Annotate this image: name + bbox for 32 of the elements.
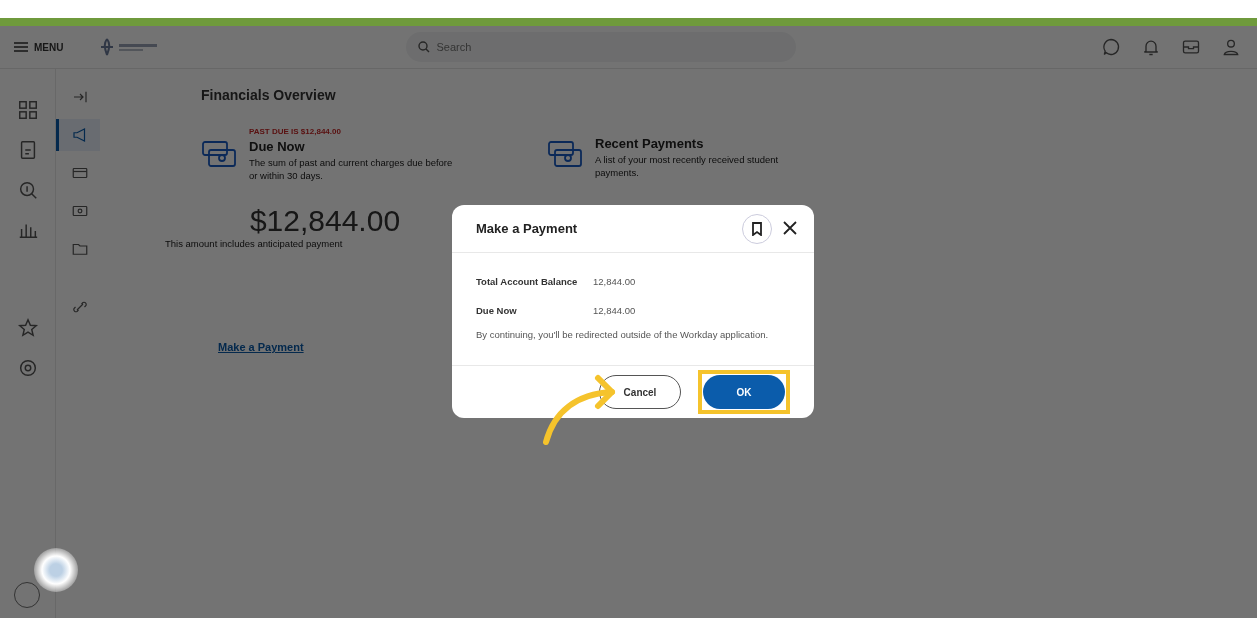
grid-icon[interactable] [16, 99, 39, 121]
page-title: Financials Overview [201, 87, 337, 103]
field-value: 12,844.00 [593, 305, 636, 316]
close-icon[interactable] [782, 220, 798, 237]
logo-icon[interactable] [99, 37, 160, 57]
cash-stack-icon [201, 139, 237, 169]
cancel-button[interactable]: Cancel [599, 375, 681, 409]
dialog-title: Make a Payment [476, 221, 579, 236]
card-title[interactable]: Due Now [249, 139, 459, 154]
card-description: The sum of past and current charges due before or within 30 days. [249, 156, 454, 182]
field-label: Due Now [476, 305, 518, 316]
menu-button[interactable]: MENU [14, 41, 64, 53]
redirect-message: By continuing, you'll be redirected outside of the Workday application. [476, 329, 770, 340]
ok-button[interactable]: OK [703, 375, 785, 409]
search-icon [418, 41, 431, 53]
amount-note: This amount includes anticipated payment [165, 238, 344, 249]
card-description: A list of your most recently received student payments. [595, 153, 780, 179]
field-value: 12,844.00 [593, 276, 636, 287]
star-icon[interactable] [16, 317, 39, 339]
search-field[interactable]: Search [406, 32, 797, 62]
cash-stack-icon [547, 139, 583, 169]
field-label: Total Account Balance [476, 276, 579, 287]
cursor-glow [34, 548, 78, 592]
megaphone-icon[interactable] [56, 119, 100, 151]
profile-icon[interactable] [1221, 37, 1241, 57]
chat-icon[interactable] [1101, 37, 1121, 57]
make-payment-link[interactable]: Make a Payment [218, 341, 304, 353]
menu-icon [14, 42, 28, 52]
amount-due: $12,844.00 [248, 204, 402, 238]
bookmark-icon[interactable] [742, 213, 772, 244]
past-due-label: PAST DUE IS $12,844.00 [249, 127, 342, 136]
card-title[interactable]: Recent Payments [595, 136, 805, 151]
